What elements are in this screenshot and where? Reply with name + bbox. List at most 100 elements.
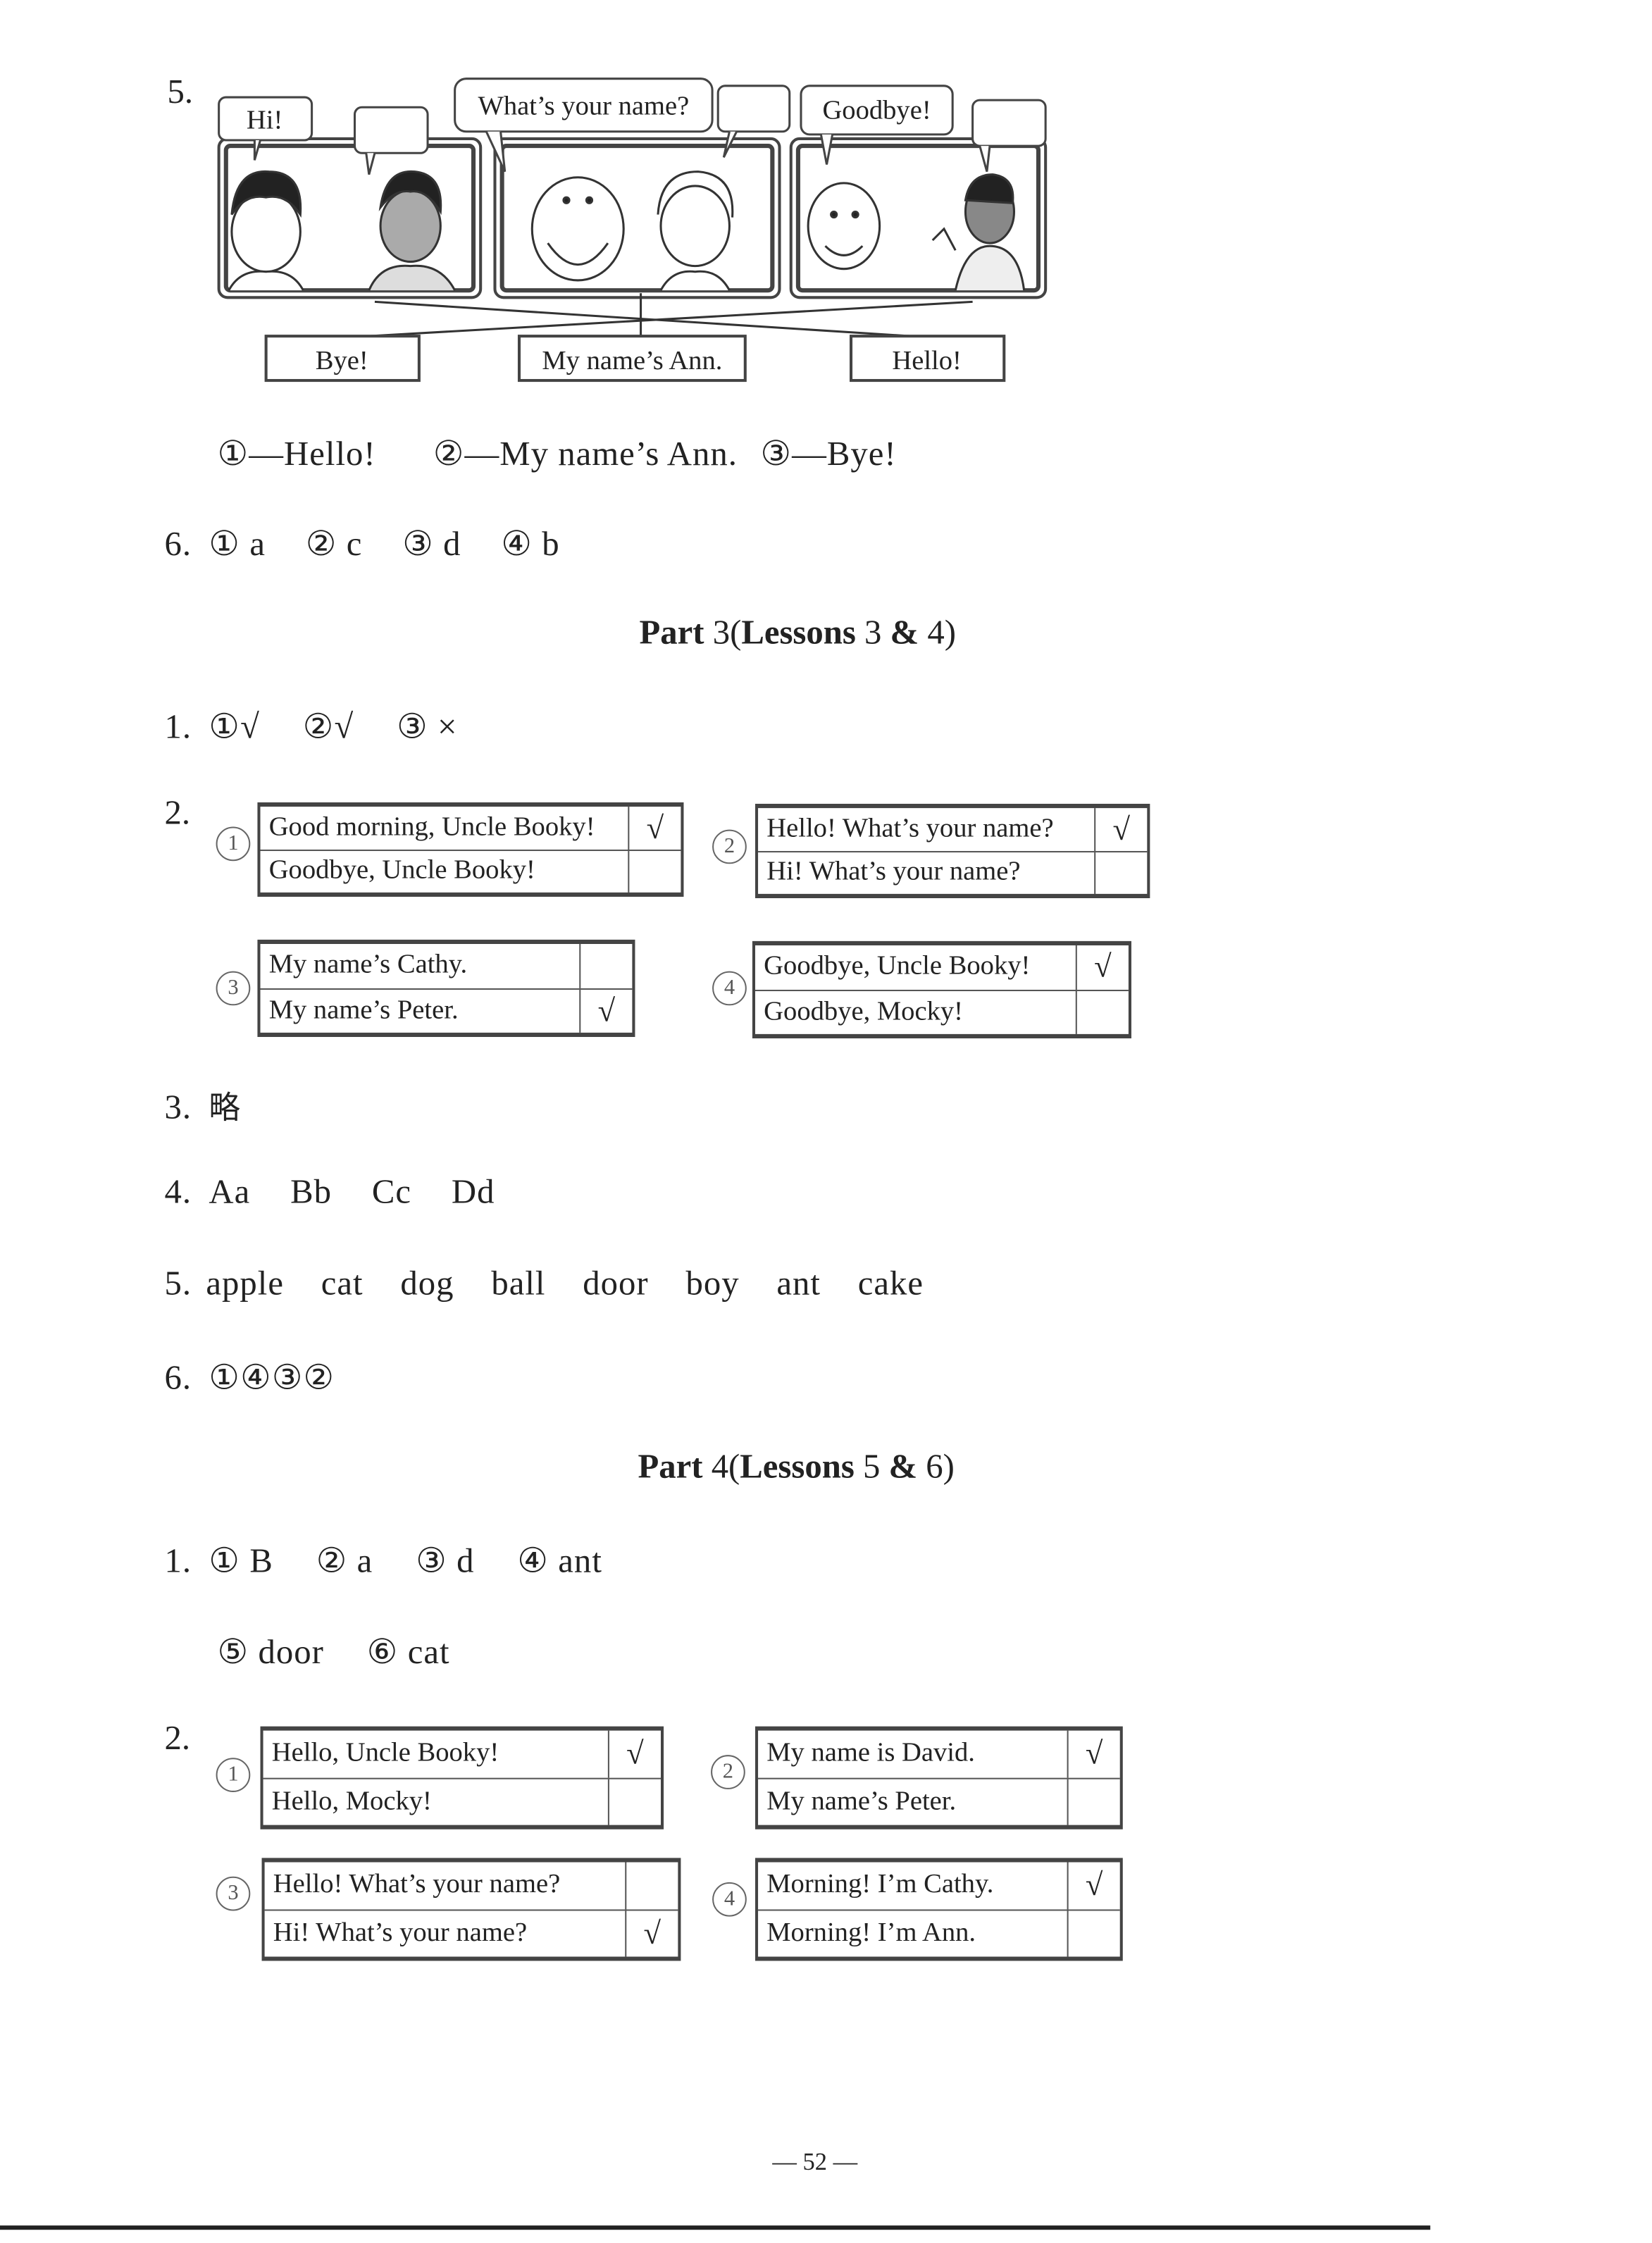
table-row: Hello! What’s your name? √ <box>758 808 1147 851</box>
table-row: Hello, Mocky! <box>263 1777 661 1825</box>
option-box-text: Bye! <box>316 346 368 375</box>
answer-item: ball <box>491 1265 546 1303</box>
table-row: My name is David. √ <box>758 1730 1120 1777</box>
answer-item: ② c <box>305 526 363 564</box>
circled-number: 3 <box>216 1876 251 1911</box>
bubble-text: What’s your name? <box>478 91 689 120</box>
circled-number: 3 <box>216 971 251 1006</box>
check-mark: √ <box>625 1910 678 1957</box>
question-number: 2. <box>164 795 191 833</box>
answer-item: ④ b <box>501 526 560 564</box>
ann-figure <box>657 170 734 291</box>
check-mark: √ <box>1075 945 1129 989</box>
answer-item: ①④③② <box>209 1360 335 1398</box>
question-number: 6. <box>164 1360 192 1398</box>
answer-item: ①—Hello! <box>217 436 376 474</box>
answer-item: ③—Bye! <box>760 436 897 474</box>
answer-item: ③ d <box>416 1543 475 1581</box>
boy-figure <box>228 170 304 291</box>
answer-item: ①√ <box>209 709 260 747</box>
table-row: Goodbye, Uncle Booky! <box>260 848 681 893</box>
answer-item: ③ × <box>397 709 458 747</box>
question-number: 3. <box>164 1090 192 1127</box>
girl-figure <box>368 170 456 291</box>
check-mark: √ <box>607 1730 661 1777</box>
choice-table: Goodbye, Uncle Booky! √ Goodbye, Mocky! <box>752 940 1131 1038</box>
bubble-text: Goodbye! <box>822 96 931 125</box>
answer-item: ① a <box>209 526 266 564</box>
greeting-illustration: Hi! What’s your name? Goodbye! Bye! My n… <box>217 77 1048 383</box>
mocky-figure <box>807 182 881 271</box>
answer-item: Aa <box>209 1174 251 1212</box>
bottom-rule <box>0 2225 1431 2230</box>
answer-item: ⑤ door <box>217 1634 324 1672</box>
waving-boy-figure <box>931 173 1026 291</box>
p3-q3-line: 3. 略 <box>164 1083 241 1129</box>
circled-number: 2 <box>711 1755 745 1789</box>
answer-key-page: 5. Hi! What’s your name? Goodbye! Bye! M… <box>0 0 1652 2243</box>
q6-answer-line: 6. ① a ② c ③ d ④ b <box>164 523 559 565</box>
check-mark <box>1094 852 1147 894</box>
p3-q5-line: 5. apple cat dog ball door boy ant cake <box>164 1266 924 1305</box>
answer-item: ③ d <box>402 526 461 564</box>
table-row: Morning! I’m Ann. <box>758 1908 1120 1957</box>
answer-item: ② a <box>316 1543 373 1581</box>
check-mark: √ <box>1067 1862 1120 1909</box>
check-mark: √ <box>1094 808 1147 851</box>
option-box-text: Hello! <box>892 346 962 375</box>
p3-q6-line: 6. ①④③② <box>164 1357 335 1399</box>
answer-item: ②—My name’s Ann. <box>433 436 738 474</box>
p4-q1-line2: ⑤ door ⑥ cat <box>218 1632 450 1674</box>
check-mark <box>579 943 632 988</box>
check-mark <box>607 1778 661 1825</box>
answer-item: cat <box>321 1265 364 1303</box>
check-mark <box>625 1862 678 1909</box>
question-number: 1. <box>164 709 192 747</box>
check-mark <box>1067 1910 1120 1957</box>
answer-item: 略 <box>209 1091 242 1127</box>
choice-table: My name’s Cathy. My name’s Peter. √ <box>257 939 635 1037</box>
section-heading-part-4: Part 4(Lessons 5 & 6) <box>638 1448 955 1486</box>
bubble-text: Hi! <box>247 106 282 135</box>
table-row: Hello, Uncle Booky! √ <box>263 1730 661 1777</box>
table-row: Good morning, Uncle Booky! √ <box>261 807 681 849</box>
answer-item: ②√ <box>302 709 354 747</box>
question-number: 6. <box>164 526 192 564</box>
answer-item: door <box>583 1265 649 1303</box>
table-row: Hello! What’s your name? <box>265 1862 678 1909</box>
circled-number: 4 <box>712 1882 747 1917</box>
answer-item: Cc <box>371 1174 412 1212</box>
answer-item: ① B <box>209 1543 273 1581</box>
choice-table: Morning! I’m Cathy. √ Morning! I’m Ann. <box>754 1858 1123 1961</box>
answer-item: ⑥ cat <box>366 1634 450 1672</box>
question-number: 1. <box>164 1543 192 1581</box>
table-row: Morning! I’m Cathy. √ <box>758 1862 1120 1909</box>
answer-item: cake <box>857 1265 924 1303</box>
table-row: Hi! What’s your name? <box>758 850 1148 894</box>
table-row: Goodbye, Uncle Booky! √ <box>755 945 1129 989</box>
question-number: 2. <box>164 1720 191 1758</box>
answer-item: Dd <box>451 1174 495 1212</box>
question-number: 5. <box>164 1265 192 1303</box>
check-mark: √ <box>1067 1730 1120 1777</box>
check-mark: √ <box>579 988 632 1033</box>
circled-number: 1 <box>216 826 251 862</box>
check-mark <box>1075 990 1129 1034</box>
p3-q4-line: 4. Aa Bb Cc Dd <box>164 1174 495 1213</box>
circled-number: 2 <box>712 829 747 864</box>
check-mark <box>1067 1778 1120 1825</box>
choice-table: Good morning, Uncle Booky! √ Goodbye, Unc… <box>257 802 684 897</box>
choice-table: Hello! What’s your name? √ Hi! What’s you… <box>754 804 1150 899</box>
answer-item: ④ ant <box>517 1543 602 1581</box>
section-heading-part-3: Part 3(Lessons 3 & 4) <box>639 615 956 652</box>
q5-answer-line: ①—Hello! ②—My name’s Ann. ③—Bye! <box>218 433 897 475</box>
uncle-booky-figure <box>530 176 625 282</box>
check-mark <box>628 850 681 893</box>
table-row: My name’s Cathy. <box>261 943 633 988</box>
choice-table: Hello! What’s your name? Hi! What’s your… <box>261 1858 681 1961</box>
table-row: My name’s Peter. <box>758 1777 1120 1825</box>
answer-item: dog <box>400 1265 454 1303</box>
choice-table: Hello, Uncle Booky! √ Hello, Mocky! <box>260 1726 664 1829</box>
table-row: Goodbye, Mocky! <box>754 988 1129 1034</box>
p4-q1-line1: 1. ① B ② a ③ d ④ ant <box>164 1541 602 1582</box>
